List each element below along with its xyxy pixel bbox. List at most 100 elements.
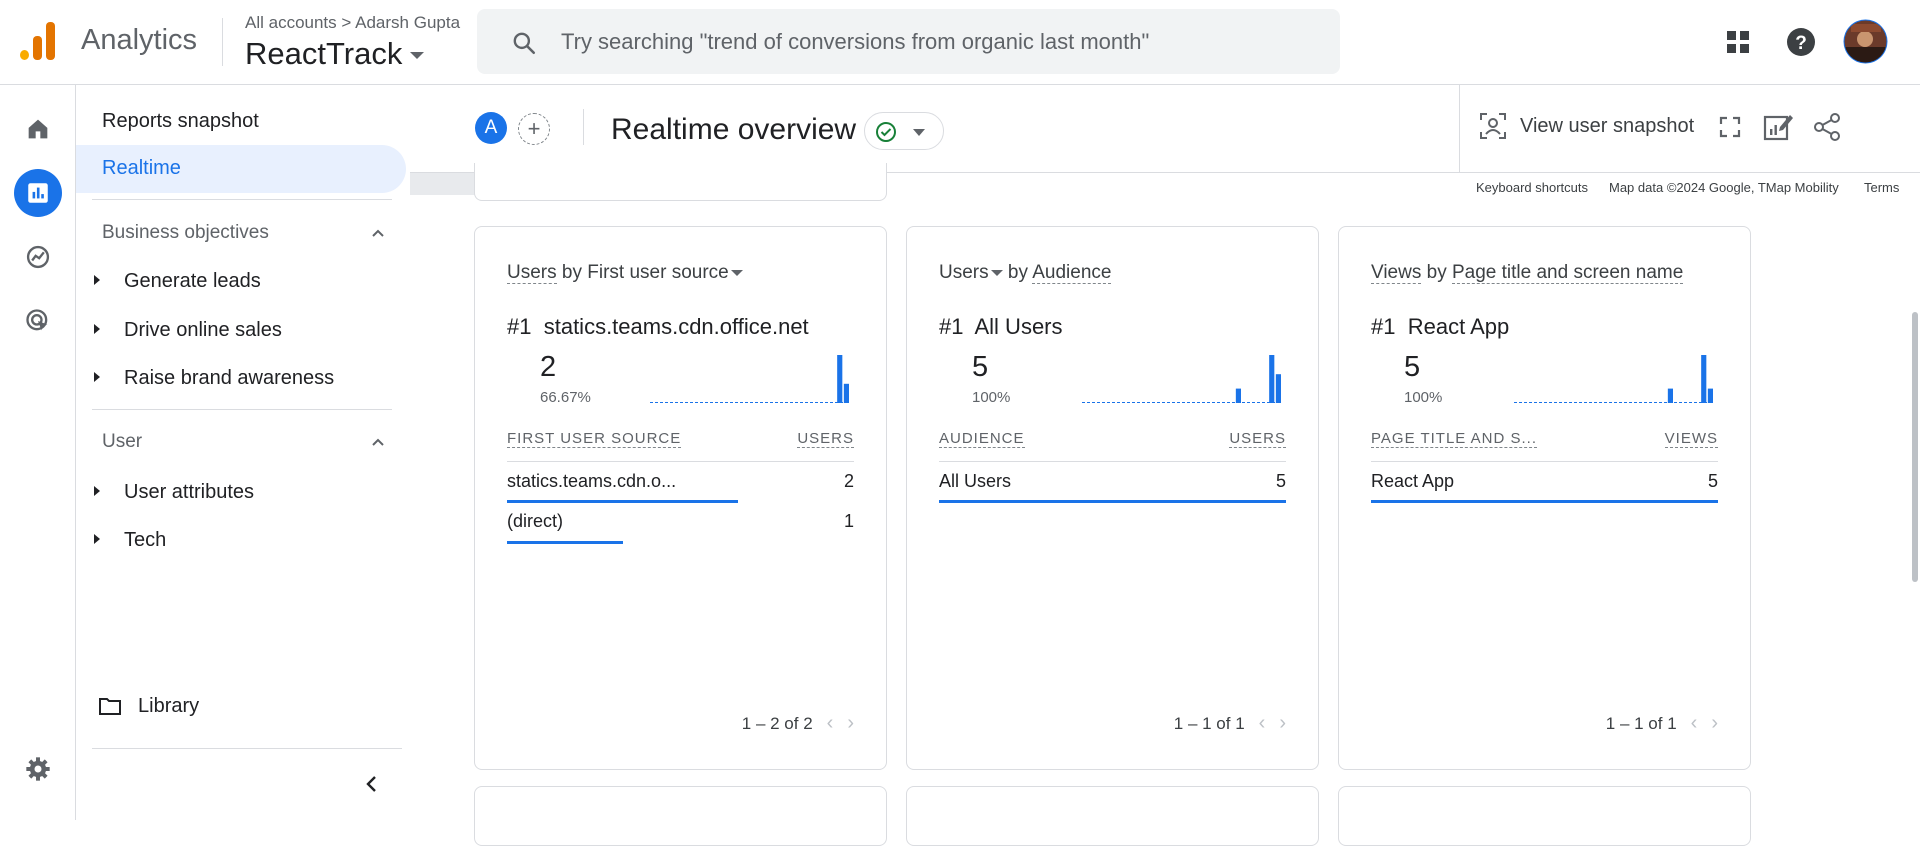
top-name: All Users <box>974 314 1063 339</box>
search-input[interactable] <box>561 24 1301 60</box>
sparkline-chart <box>1082 355 1282 403</box>
chevron-up-icon[interactable] <box>372 436 384 448</box>
breadcrumb-separator: > <box>341 13 352 32</box>
prev-page-icon[interactable]: ‹ <box>1691 712 1698 735</box>
nav-raise-brand-awareness[interactable]: Raise brand awareness <box>124 367 334 390</box>
title-by: by <box>1426 262 1447 283</box>
next-page-icon[interactable]: › <box>1279 712 1286 735</box>
dimension-label: First user source <box>587 262 729 283</box>
top-name: statics.teams.cdn.office.net <box>543 314 809 339</box>
nav-drive-online-sales[interactable]: Drive online sales <box>124 319 282 342</box>
expand-arrow-icon[interactable] <box>94 372 100 382</box>
breadcrumb-accounts[interactable]: All accounts <box>245 13 337 32</box>
apps-grid-icon[interactable] <box>1718 22 1758 62</box>
page-title: Realtime overview <box>611 113 857 146</box>
breadcrumb-user[interactable]: Adarsh Gupta <box>355 13 460 32</box>
column-header-metric[interactable]: VIEWS <box>1664 430 1718 448</box>
home-icon[interactable] <box>14 105 62 153</box>
chevron-up-icon[interactable] <box>372 227 384 239</box>
metric-selector[interactable]: Users <box>507 262 557 284</box>
sparkline-bar <box>1269 355 1275 403</box>
fullscreen-icon[interactable] <box>1718 115 1742 139</box>
prev-page-icon[interactable]: ‹ <box>1259 712 1266 735</box>
advertising-icon[interactable] <box>14 297 62 345</box>
expand-arrow-icon[interactable] <box>94 324 100 334</box>
column-header-metric[interactable]: USERS <box>797 430 854 448</box>
card-partial <box>906 786 1319 846</box>
map-fragment <box>410 173 475 195</box>
settings-gear-icon[interactable] <box>14 745 62 793</box>
page-scrollbar[interactable] <box>1912 312 1918 582</box>
share-icon[interactable] <box>1812 112 1842 142</box>
expand-arrow-icon[interactable] <box>94 275 100 285</box>
sparkline-bar <box>837 355 843 403</box>
top-value: 2 <box>540 351 557 383</box>
plus-icon: + <box>527 116 541 141</box>
collapse-chevron-left-icon[interactable] <box>364 775 380 793</box>
customize-report-icon[interactable] <box>1762 111 1794 143</box>
nav-library[interactable]: Library <box>138 695 199 718</box>
explore-icon[interactable] <box>14 233 62 281</box>
next-page-icon[interactable]: › <box>1711 712 1718 735</box>
column-header-dimension[interactable]: PAGE TITLE AND S... <box>1371 430 1537 448</box>
divider <box>92 409 392 410</box>
search-bar[interactable] <box>477 9 1340 74</box>
nav-realtime[interactable]: Realtime <box>76 145 406 193</box>
sparkline-bar <box>1701 355 1707 403</box>
dimension-selector[interactable]: Audience <box>1032 262 1112 284</box>
metric-selector[interactable]: Views <box>1371 262 1422 284</box>
page-header: A + Realtime overview View user snapshot <box>410 85 1920 173</box>
reports-icon[interactable] <box>14 169 62 217</box>
metric-selector[interactable]: Users <box>939 262 1003 283</box>
nav-generate-leads[interactable]: Generate leads <box>124 270 261 293</box>
view-user-snapshot-button[interactable]: View user snapshot <box>1520 115 1694 138</box>
section-business-objectives[interactable]: Business objectives <box>102 222 269 244</box>
dimension-selector[interactable]: First user source <box>587 262 743 283</box>
add-comparison-button[interactable]: + <box>518 113 550 145</box>
expand-arrow-icon[interactable] <box>94 486 100 496</box>
row-share-bar <box>939 500 1286 503</box>
expand-arrow-icon[interactable] <box>94 534 100 544</box>
row-share-bar <box>507 541 623 544</box>
column-header-dimension[interactable]: FIRST USER SOURCE <box>507 430 682 448</box>
table-row[interactable]: (direct) 1 <box>507 502 854 544</box>
report-content: Keyboard shortcuts Map data ©2024 Google… <box>410 163 1920 846</box>
column-header-dimension[interactable]: AUDIENCE <box>939 430 1025 448</box>
next-page-icon[interactable]: › <box>847 712 854 735</box>
property-selector[interactable]: ReactTrack <box>245 36 425 72</box>
keyboard-shortcuts-link[interactable]: Keyboard shortcuts <box>1476 180 1588 195</box>
divider <box>583 109 584 145</box>
map-terms-link[interactable]: Terms <box>1864 180 1899 195</box>
table-row[interactable]: React App 5 <box>1371 461 1718 503</box>
nav-reports-snapshot[interactable]: Reports snapshot <box>102 110 259 133</box>
top-value: 5 <box>972 351 989 383</box>
prev-page-icon[interactable]: ‹ <box>827 712 834 735</box>
column-header-metric[interactable]: USERS <box>1229 430 1286 448</box>
comparison-avatar[interactable]: A <box>475 112 507 144</box>
top-rank: #1 <box>939 314 964 339</box>
section-user[interactable]: User <box>102 431 142 453</box>
nav-tech[interactable]: Tech <box>124 529 166 552</box>
user-snapshot-icon[interactable] <box>1478 111 1508 141</box>
divider <box>92 748 402 749</box>
account-avatar[interactable] <box>1843 19 1888 64</box>
app-name[interactable]: Analytics <box>81 24 197 57</box>
reports-nav: Reports snapshot Realtime Business objec… <box>76 85 409 820</box>
data-status-button[interactable] <box>864 112 944 150</box>
nav-user-attributes[interactable]: User attributes <box>124 481 254 504</box>
top-item: #1 All Users <box>939 314 1063 340</box>
left-rail <box>0 85 76 820</box>
table-row[interactable]: All Users 5 <box>939 461 1286 503</box>
nav-realtime-label: Realtime <box>102 157 181 179</box>
row-value: 2 <box>843 471 854 491</box>
account-breadcrumb[interactable]: All accounts > Adarsh Gupta <box>245 13 460 33</box>
help-icon[interactable]: ? <box>1781 22 1821 62</box>
search-icon <box>513 32 536 55</box>
pagination: 1 – 1 of 1 ‹ › <box>1606 712 1718 735</box>
divider <box>222 18 223 66</box>
map-data-credit: Map data ©2024 Google, TMap Mobility <box>1609 180 1839 195</box>
sparkline-bar <box>1667 388 1673 403</box>
table-row[interactable]: statics.teams.cdn.o... 2 <box>507 461 854 503</box>
analytics-logo[interactable] <box>20 22 56 60</box>
dimension-selector[interactable]: Page title and screen name <box>1451 262 1684 284</box>
